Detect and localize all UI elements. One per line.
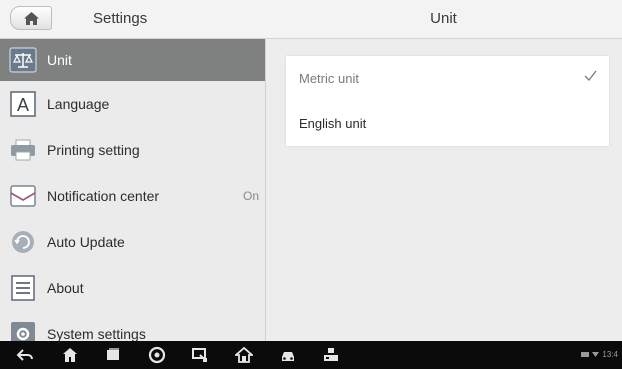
sidebar-item-label: Notification center <box>47 188 160 204</box>
unit-content: Metric unit English unit <box>266 39 622 341</box>
section-title: Unit <box>430 10 457 27</box>
notification-icon <box>9 183 37 209</box>
system-navbar: 13:4 <box>0 341 622 369</box>
settings-header: Settings <box>0 0 265 39</box>
home-icon <box>23 11 39 25</box>
unit-header: Unit <box>265 0 622 39</box>
system-settings-icon <box>9 321 37 341</box>
option-english-unit[interactable]: English unit <box>286 101 609 146</box>
notification-indicator-icon <box>581 352 590 357</box>
sidebar-item-unit[interactable]: Unit <box>0 39 265 81</box>
home-button[interactable] <box>10 6 52 30</box>
car-icon[interactable] <box>279 346 297 364</box>
home-icon[interactable] <box>61 346 79 364</box>
sidebar-item-system-settings[interactable]: System settings <box>0 311 265 341</box>
sidebar-item-label: Printing setting <box>47 142 140 158</box>
language-icon: A <box>9 91 37 117</box>
browser-icon[interactable] <box>148 346 166 364</box>
checkmark-icon <box>584 70 597 81</box>
wifi-icon <box>592 352 600 357</box>
sidebar-item-label: About <box>47 280 84 296</box>
sidebar-item-label: Auto Update <box>47 234 125 250</box>
sidebar-item-label: Language <box>47 96 110 112</box>
about-icon <box>9 275 37 301</box>
sidebar-item-notification-center[interactable]: Notification center On <box>0 173 265 219</box>
back-icon[interactable] <box>16 346 34 364</box>
page-title: Settings <box>93 10 148 27</box>
svg-text:A: A <box>17 95 29 115</box>
unit-options-card: Metric unit English unit <box>286 56 609 146</box>
option-metric-unit[interactable]: Metric unit <box>286 56 609 101</box>
notification-status: On <box>242 189 259 203</box>
option-label: English unit <box>299 116 367 131</box>
status-time: 13:4 <box>602 350 618 359</box>
option-label: Metric unit <box>299 71 359 86</box>
vci-icon[interactable] <box>322 346 340 364</box>
status-bar: 13:4 <box>581 350 618 359</box>
sidebar-item-label: System settings <box>47 326 146 341</box>
recent-apps-icon[interactable] <box>104 346 122 364</box>
unit-icon <box>9 47 37 73</box>
sidebar-item-label: Unit <box>47 52 72 68</box>
sidebar-item-auto-update[interactable]: Auto Update <box>0 219 265 265</box>
sidebar-item-about[interactable]: About <box>0 265 265 311</box>
sidebar-item-language[interactable]: A Language <box>0 81 265 127</box>
sidebar-item-printing-setting[interactable]: Printing setting <box>0 127 265 173</box>
autel-home-icon[interactable] <box>233 346 255 364</box>
printer-icon <box>9 137 37 163</box>
settings-sidebar: Unit A Language Printing setting Notific… <box>0 39 266 341</box>
auto-update-icon <box>9 229 37 255</box>
screen-record-icon[interactable] <box>191 346 209 364</box>
